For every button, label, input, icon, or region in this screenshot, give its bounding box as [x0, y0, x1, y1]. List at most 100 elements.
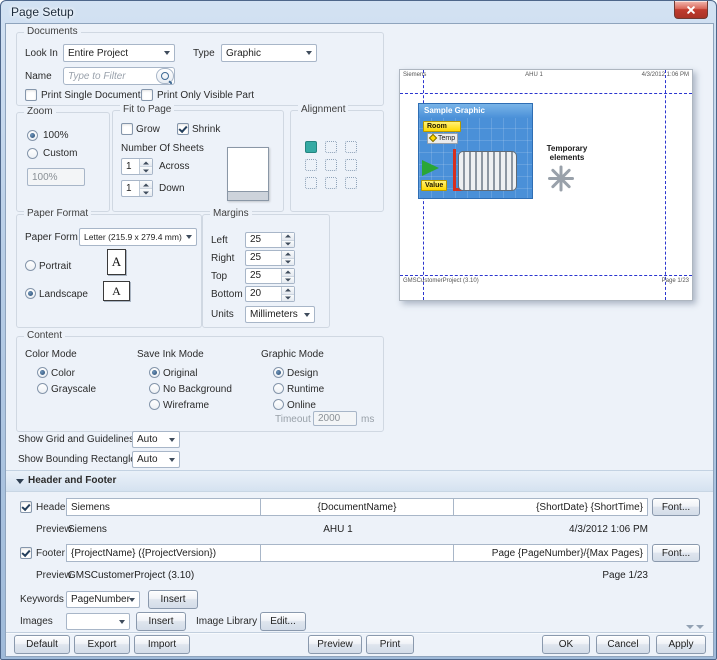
type-dropdown[interactable]: Graphic	[221, 44, 317, 62]
header-left-field[interactable]: Siemens	[66, 498, 261, 516]
portrait-radio[interactable]	[25, 260, 36, 271]
import-button[interactable]: Import	[134, 635, 190, 654]
grow-checkbox[interactable]	[121, 123, 133, 135]
spinner-down-icon[interactable]	[282, 294, 294, 302]
header-footer-section-header[interactable]: Header and Footer	[6, 470, 713, 492]
landscape-label[interactable]: Landscape	[39, 289, 88, 300]
alignment-cell-middle-left[interactable]	[305, 159, 317, 171]
spinner-up-icon[interactable]	[140, 159, 152, 166]
images-dropdown[interactable]	[66, 613, 130, 630]
landscape-radio[interactable]	[25, 288, 36, 299]
zoom-group-label: Zoom	[24, 106, 56, 117]
timeout-value: 2000	[318, 413, 340, 424]
online-radio[interactable]	[273, 399, 284, 410]
spinner-up-icon[interactable]	[140, 181, 152, 188]
wireframe-label[interactable]: Wireframe	[163, 400, 209, 411]
footer-right-field[interactable]: Page {PageNumber}/{Max Pages}	[453, 544, 648, 562]
print-single-documents-checkbox[interactable]	[25, 89, 37, 101]
original-radio[interactable]	[149, 367, 160, 378]
alignment-cell-bottom-right[interactable]	[345, 177, 357, 189]
header-preview-label: Preview	[36, 524, 72, 535]
splitter-grip-icon[interactable]	[686, 625, 706, 631]
header-center-field[interactable]: {DocumentName}	[260, 498, 455, 516]
grayscale-label[interactable]: Grayscale	[51, 384, 96, 395]
runtime-label[interactable]: Runtime	[287, 384, 324, 395]
page-header-center: AHU 1	[525, 72, 543, 79]
grayscale-radio[interactable]	[37, 383, 48, 394]
margin-bottom-spinner[interactable]: 20	[245, 286, 295, 302]
default-button[interactable]: Default	[14, 635, 70, 654]
page-header-right: 4/3/2012 1:06 PM	[642, 72, 689, 79]
no-background-radio[interactable]	[149, 383, 160, 394]
zoom-custom-radio[interactable]	[27, 148, 38, 159]
units-dropdown[interactable]: Millimeters	[245, 306, 315, 323]
spinner-down-icon[interactable]	[282, 276, 294, 284]
wireframe-radio[interactable]	[149, 399, 160, 410]
apply-button[interactable]: Apply	[656, 635, 706, 654]
sheets-across-spinner[interactable]: 1	[121, 158, 153, 175]
spinner-buttons	[139, 159, 152, 174]
fit-to-page-group-label: Fit to Page	[120, 104, 174, 115]
grow-label[interactable]: Grow	[136, 124, 160, 135]
alignment-cell-top-right[interactable]	[345, 141, 357, 153]
sheets-down-spinner[interactable]: 1	[121, 180, 153, 197]
alignment-cell-middle-right[interactable]	[345, 159, 357, 171]
look-in-dropdown[interactable]: Entire Project	[63, 44, 175, 62]
custom-zoom-value: 100%	[32, 172, 58, 183]
edit-image-library-button[interactable]: Edit...	[260, 612, 306, 631]
footer-label[interactable]: Footer	[36, 548, 65, 559]
spinner-down-icon[interactable]	[282, 240, 294, 248]
header-right-field[interactable]: {ShortDate} {ShortTime}	[453, 498, 648, 516]
design-label[interactable]: Design	[287, 368, 318, 379]
alignment-cell-middle-center[interactable]	[325, 159, 337, 171]
header-preview-center: AHU 1	[323, 524, 352, 535]
window-title: Page Setup	[11, 5, 74, 19]
footer-center-field[interactable]	[260, 544, 455, 562]
footer-left-field[interactable]: {ProjectName} ({ProjectVersion})	[66, 544, 261, 562]
shrink-checkbox[interactable]	[177, 123, 189, 135]
portrait-label[interactable]: Portrait	[39, 261, 71, 272]
header-font-button[interactable]: Font...	[652, 498, 700, 516]
print-only-visible-part-checkbox[interactable]	[141, 89, 153, 101]
footer-font-button[interactable]: Font...	[652, 544, 700, 562]
original-label[interactable]: Original	[163, 368, 197, 379]
titlebar[interactable]: Page Setup	[1, 1, 716, 23]
show-bounding-dropdown[interactable]: Auto	[132, 451, 180, 468]
footer-checkbox[interactable]	[20, 547, 32, 559]
no-background-label[interactable]: No Background	[163, 384, 232, 395]
search-button[interactable]	[156, 68, 174, 84]
zoom-100-radio[interactable]	[27, 130, 38, 141]
margin-right-spinner[interactable]: 25	[245, 250, 295, 266]
header-label[interactable]: Header	[36, 502, 69, 513]
alignment-cell-bottom-left[interactable]	[305, 177, 317, 189]
spinner-down-icon[interactable]	[282, 258, 294, 266]
alignment-cell-top-center[interactable]	[325, 141, 337, 153]
paper-form-dropdown[interactable]: Letter (215.9 x 279.4 mm)	[79, 228, 197, 246]
color-label[interactable]: Color	[51, 368, 75, 379]
runtime-radio[interactable]	[273, 383, 284, 394]
cancel-button[interactable]: Cancel	[596, 635, 650, 654]
spinner-down-icon[interactable]	[140, 188, 152, 196]
zoom-100-label[interactable]: 100%	[43, 130, 69, 141]
header-checkbox[interactable]	[20, 501, 32, 513]
alignment-cell-top-left[interactable]	[305, 141, 317, 153]
margin-top-spinner[interactable]: 25	[245, 268, 295, 284]
spinner-down-icon[interactable]	[140, 166, 152, 174]
preview-button[interactable]: Preview	[308, 635, 362, 654]
export-button[interactable]: Export	[74, 635, 130, 654]
print-only-visible-part-label[interactable]: Print Only Visible Part	[157, 90, 254, 101]
design-radio[interactable]	[273, 367, 284, 378]
insert-image-button[interactable]: Insert	[136, 612, 186, 631]
print-single-documents-label[interactable]: Print Single Documents	[41, 90, 146, 101]
keywords-dropdown[interactable]: PageNumber	[66, 591, 140, 608]
ok-button[interactable]: OK	[542, 635, 590, 654]
alignment-cell-bottom-center[interactable]	[325, 177, 337, 189]
show-grid-dropdown[interactable]: Auto	[132, 431, 180, 448]
print-button[interactable]: Print	[366, 635, 414, 654]
close-button[interactable]	[674, 1, 708, 19]
margin-left-spinner[interactable]: 25	[245, 232, 295, 248]
color-radio[interactable]	[37, 367, 48, 378]
online-label[interactable]: Online	[287, 400, 316, 411]
shrink-label[interactable]: Shrink	[192, 124, 220, 135]
zoom-custom-label[interactable]: Custom	[43, 148, 77, 159]
